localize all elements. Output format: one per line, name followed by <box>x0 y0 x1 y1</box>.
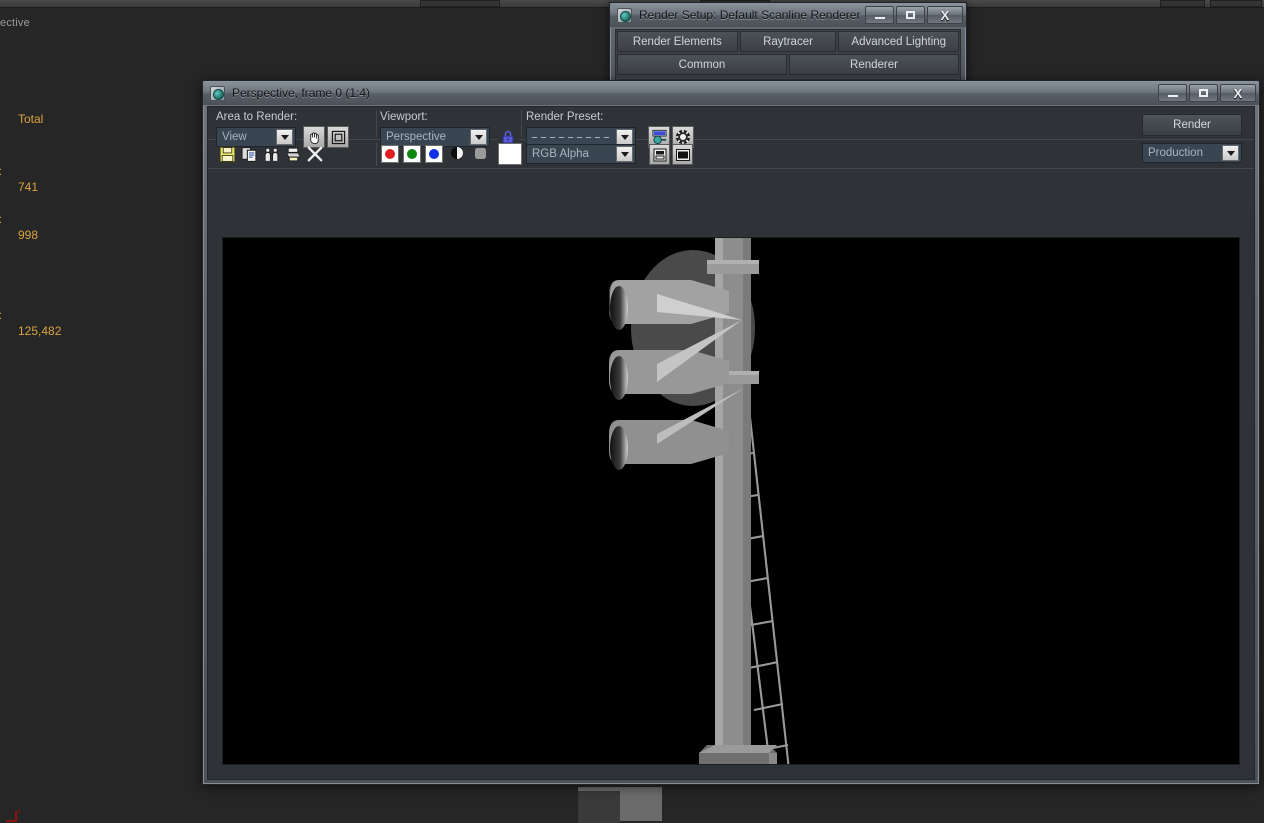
svg-text:x: x <box>17 808 21 815</box>
render-setup-title: Render Setup: Default Scanline Renderer <box>639 8 861 22</box>
background-color-swatch[interactable] <box>498 143 522 165</box>
stats-row-value: 125,482 <box>18 324 62 338</box>
rfw-toolbar-row-2: RGB Alpha <box>208 140 1254 169</box>
save-bitmap-icon[interactable] <box>216 143 238 165</box>
mono-channel-button[interactable] <box>471 144 489 162</box>
rendered-image-canvas[interactable] <box>222 237 1240 765</box>
toolbar-separator <box>376 110 377 137</box>
minimize-button[interactable] <box>865 6 894 24</box>
tab-raytracer[interactable]: Raytracer <box>739 31 837 52</box>
channel-display-value: RGB Alpha <box>532 148 589 160</box>
render-button[interactable]: Render <box>1142 114 1242 136</box>
max-app-icon <box>617 7 632 23</box>
stats-row-label: s: <box>0 211 2 227</box>
pole-base <box>699 745 777 764</box>
tab-common[interactable]: Common <box>617 54 787 75</box>
rfw-title: Perspective, frame 0 (1:4) <box>232 86 371 100</box>
stats-header: Total <box>18 112 44 126</box>
render-setup-window-buttons: X <box>865 6 963 24</box>
toggle-ui-icon[interactable] <box>672 144 693 165</box>
viewport-statistics: Total s: 741 s: 998 : 125,482 <box>0 47 61 339</box>
area-to-render-label: Area to Render: <box>216 111 298 123</box>
alpha-channel-button[interactable] <box>448 144 466 162</box>
duplicate-window-icon[interactable] <box>649 144 670 165</box>
toolbar-separator <box>521 110 522 137</box>
render-scene <box>223 238 1239 764</box>
max-app-icon <box>210 85 225 101</box>
rfw-toolbar-row-1: Area to Render: View Viewport: Perspecti… <box>208 107 1254 163</box>
toolbar-ghost-a <box>420 0 500 7</box>
close-button[interactable]: X <box>927 6 963 24</box>
green-channel-button[interactable] <box>403 145 421 163</box>
minimize-button[interactable] <box>1158 84 1187 102</box>
render-setup-tabs-row-2: Common Renderer <box>616 53 960 76</box>
render-setup-tabs-row-1: Render Elements Raytracer Advanced Light… <box>616 30 960 53</box>
channel-display-combo[interactable]: RGB Alpha <box>526 144 636 164</box>
axis-tripod-icon: x <box>6 808 21 822</box>
rfw-titlebar[interactable]: Perspective, frame 0 (1:4) X <box>203 81 1259 105</box>
clear-bitmap-icon[interactable] <box>304 143 326 165</box>
background-box-object <box>578 787 662 823</box>
stats-row-label: : <box>0 307 2 323</box>
clone-bitmap-icon[interactable] <box>260 143 282 165</box>
rfw-window-buttons: X <box>1158 84 1256 102</box>
chevron-down-icon[interactable] <box>616 146 633 162</box>
toolbar-separator <box>376 143 377 166</box>
viewport-label-static: Viewport: <box>380 111 428 123</box>
pole-collar-upper <box>707 260 759 274</box>
tab-advanced-lighting[interactable]: Advanced Lighting <box>838 31 960 52</box>
maximize-button[interactable] <box>896 6 925 24</box>
tab-renderer[interactable]: Renderer <box>789 54 959 75</box>
rfw-body: Area to Render: View Viewport: Perspecti… <box>207 106 1255 780</box>
render-preset-label: Render Preset: <box>526 111 604 123</box>
viewport-label: ective <box>0 17 30 29</box>
tab-render-elements[interactable]: Render Elements <box>617 31 738 52</box>
stats-row-label: s: <box>0 163 2 179</box>
screen: ective Total s: 741 s: 998 : 125,482 <box>0 0 1264 823</box>
toolbar-ghost-c <box>1160 0 1205 7</box>
blue-channel-button[interactable] <box>425 145 443 163</box>
close-button[interactable]: X <box>1220 84 1256 102</box>
render-preset-value <box>532 136 613 138</box>
render-setup-titlebar[interactable]: Render Setup: Default Scanline Renderer … <box>610 3 966 27</box>
rendered-frame-window[interactable]: Perspective, frame 0 (1:4) X Area to Ren… <box>202 80 1260 785</box>
copy-bitmap-icon[interactable] <box>238 143 260 165</box>
red-channel-button[interactable] <box>381 145 399 163</box>
maximize-button[interactable] <box>1189 84 1218 102</box>
toolbar-ghost-d <box>1210 0 1262 7</box>
print-bitmap-icon[interactable] <box>282 143 304 165</box>
